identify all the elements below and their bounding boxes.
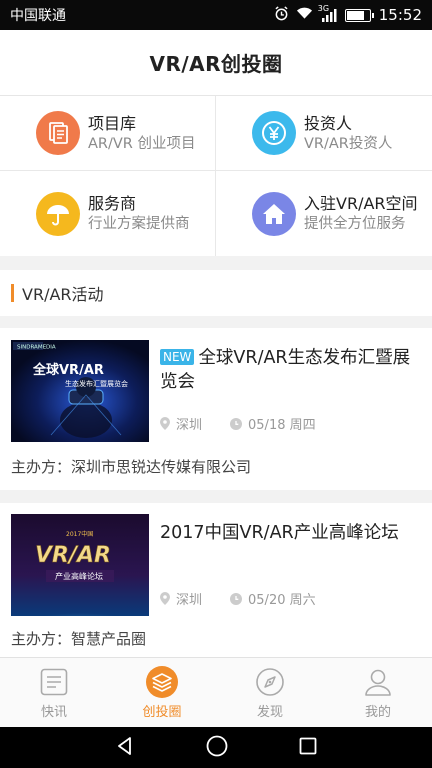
grid-item-subtitle: AR/VR 创业项目 [88, 135, 196, 152]
category-grid: 项目库 AR/VR 创业项目 投资人 VR/AR投资人 服务商 行业方案提供商 … [0, 96, 432, 256]
back-icon[interactable] [115, 736, 135, 760]
news-icon [38, 666, 70, 698]
tab-label: 创投圈 [142, 704, 182, 720]
event-title: 2017中国VR/AR产业高峰论坛 [160, 523, 399, 543]
event-date: 05/20 周六 [248, 593, 316, 608]
event-card[interactable]: SINDRAMEDIA 全球VR/AR 生态发布汇暨展览会 NEW 全球VR/AR… [0, 328, 432, 490]
tab-investment-circle[interactable]: 创投圈 [108, 658, 216, 727]
carrier-name: 中国联通 [10, 8, 66, 24]
grid-item-join-space[interactable]: 入驻VR/AR空间 提供全方位服务 [216, 171, 432, 256]
page-title: VR/AR创投圈 [149, 52, 283, 76]
event-poster: SINDRAMEDIA 全球VR/AR 生态发布汇暨展览会 [11, 340, 149, 442]
tab-label: 快讯 [40, 704, 67, 720]
home-icon [252, 191, 296, 236]
clock-icon [230, 417, 243, 430]
grid-item-title: 服务商 [88, 194, 137, 213]
grid-item-title: 投资人 [304, 113, 353, 133]
tab-discover[interactable]: 发现 [216, 658, 324, 727]
event-title: NEW 全球VR/AR生态发布汇暨展览会 [160, 346, 418, 394]
event-date: 05/18 周四 [248, 418, 316, 433]
event-host: 主办方：深圳市思锐达传媒有限公司 [11, 458, 252, 476]
layers-icon [146, 665, 178, 698]
recent-apps-icon[interactable] [299, 737, 317, 759]
grid-item-subtitle: 提供全方位服务 [304, 216, 406, 232]
grid-item-title: 入驻VR/AR空间 [304, 194, 418, 213]
event-meta: 深圳 05/18 周四 [160, 414, 344, 433]
tab-label: 我的 [364, 704, 391, 720]
bottom-tab-bar: 快讯 创投圈 发现 我的 [0, 657, 432, 727]
clock: 15:52 [378, 6, 422, 24]
umbrella-icon [36, 191, 80, 236]
tab-news[interactable]: 快讯 [0, 658, 108, 727]
section-header: VR/AR活动 [0, 270, 432, 316]
event-location: 深圳 [176, 593, 203, 608]
poster-top: 2017中国 [66, 530, 93, 538]
clock-icon [230, 592, 243, 605]
poster-title: 全球VR/AR [32, 362, 104, 378]
signal-icon: 3G [318, 4, 338, 22]
grid-item-subtitle: 行业方案提供商 [88, 216, 190, 232]
person-icon [362, 666, 394, 698]
event-title-text: 全球VR/AR生态发布汇暨展览会 [160, 348, 411, 392]
section-title: VR/AR活动 [22, 285, 104, 304]
system-nav-bar [0, 727, 432, 768]
poster-title: VR/AR [35, 543, 111, 568]
wifi-icon [296, 6, 313, 24]
status-bar: 中国联通 3G 15:52 [0, 0, 432, 30]
event-meta: 深圳 05/20 周六 [160, 589, 344, 608]
poster-subtitle: 产业高峰论坛 [55, 571, 103, 581]
svg-text:SINDRAMEDIA: SINDRAMEDIA [17, 345, 56, 351]
grid-item-projects[interactable]: 项目库 AR/VR 创业项目 [0, 96, 216, 171]
home-button-icon[interactable] [206, 735, 228, 761]
event-card[interactable]: 2017中国 VR/AR 产业高峰论坛 2017中国VR/AR产业高峰论坛 深圳… [0, 503, 432, 657]
grid-item-service-providers[interactable]: 服务商 行业方案提供商 [0, 171, 216, 256]
location-icon [160, 592, 170, 605]
location-icon [160, 417, 170, 430]
tab-label: 发现 [256, 704, 283, 720]
event-host: 主办方：智慧产品圈 [11, 630, 147, 648]
grid-item-title: 项目库 [88, 113, 137, 133]
new-badge: NEW [160, 349, 195, 365]
battery-icon [344, 8, 374, 22]
tab-profile[interactable]: 我的 [324, 658, 432, 727]
grid-item-subtitle: VR/AR投资人 [304, 135, 393, 152]
alarm-icon [274, 5, 289, 25]
section-accent-bar [11, 284, 14, 302]
poster-subtitle: 生态发布汇暨展览会 [65, 379, 128, 388]
grid-item-investors[interactable]: 投资人 VR/AR投资人 [216, 96, 432, 171]
event-poster: 2017中国 VR/AR 产业高峰论坛 [11, 514, 149, 616]
document-icon [36, 111, 80, 155]
status-icons: 3G [274, 4, 374, 25]
event-location: 深圳 [176, 418, 203, 433]
network-type: 3G [317, 4, 330, 13]
compass-icon [254, 666, 286, 698]
app-header: VR/AR创投圈 [0, 30, 432, 96]
yen-icon [252, 111, 296, 155]
